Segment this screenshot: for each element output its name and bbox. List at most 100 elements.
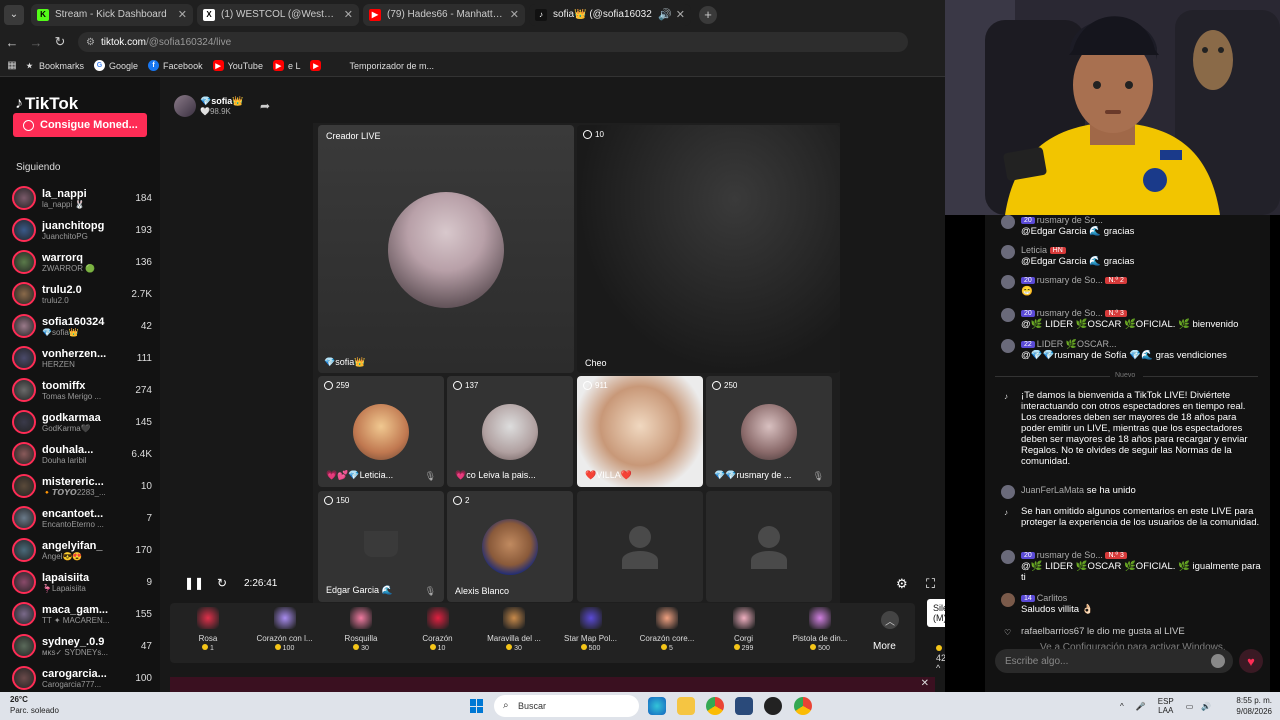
avatar[interactable] — [1001, 339, 1015, 353]
tab-search-icon[interactable]: ⌄ — [4, 4, 24, 25]
language-indicator[interactable]: ESP LAA — [1158, 697, 1174, 715]
following-item[interactable]: douhala... Douha laribil 6.4K — [12, 438, 152, 470]
gift-item[interactable]: Rosa 1 — [170, 607, 246, 652]
avatar[interactable] — [1001, 550, 1015, 564]
chat-username[interactable]: Leticia — [1021, 245, 1047, 255]
clock[interactable]: 8:55 p. m. 9/08/2026 — [1226, 695, 1272, 717]
refresh-icon[interactable]: ↻ — [214, 576, 230, 590]
taskbar-search[interactable]: ⌕ Buscar — [494, 695, 639, 717]
tab-kick[interactable]: K Stream - Kick Dashboard ✕ — [31, 3, 193, 26]
close-icon[interactable]: ✕ — [676, 8, 685, 21]
file-explorer-icon[interactable] — [677, 697, 695, 715]
close-icon[interactable]: ✕ — [921, 678, 929, 689]
new-tab-button[interactable]: + — [699, 5, 717, 24]
tab-youtube[interactable]: ▶ (79) Hades66 - Manhattan II X ✕ — [363, 3, 525, 26]
store-icon[interactable] — [735, 697, 753, 715]
guest-tile[interactable]: 2 Alexis Blanco — [447, 491, 573, 602]
tab-tiktok[interactable]: ♪ sofia👑 (@sofia16032 🔊 ✕ — [529, 3, 691, 26]
windows-start-icon[interactable] — [470, 699, 484, 713]
following-item[interactable]: juanchitopg JuanchitoPG 193 — [12, 214, 152, 246]
avatar[interactable] — [1001, 275, 1015, 289]
chevron-up-icon[interactable]: ^ — [1120, 702, 1124, 711]
empty-guest-seat[interactable] — [706, 491, 832, 602]
chat-username[interactable]: LIDER 🌿OSCAR... — [1037, 339, 1117, 349]
get-coins-button[interactable]: Consigue Moned... — [13, 113, 147, 137]
following-item[interactable]: godkarmaa GodKarma🖤 145 — [12, 406, 152, 438]
more-gifts-button[interactable]: More — [873, 641, 896, 652]
network-icon[interactable]: ▭ — [1186, 702, 1194, 711]
guest-tile[interactable]: 259 💗💕💎Leticia... 🎙 — [318, 376, 444, 487]
like-button[interactable]: ♥ — [1239, 649, 1263, 673]
following-item[interactable]: carogarcia... Carogarcia777... 100 — [12, 662, 152, 694]
following-item[interactable]: la_nappi la_nappi 🐰 184 — [12, 182, 152, 214]
following-item[interactable]: toomiffx Tomas Merigo ... 274 — [12, 374, 152, 406]
gift-item[interactable]: Star Map Pol... 500 — [553, 607, 629, 652]
chat-username[interactable]: rusmary de So... — [1037, 215, 1103, 225]
guest-tile[interactable]: 137 💗co Leiva la pais... — [447, 376, 573, 487]
emoji-icon[interactable] — [1211, 654, 1225, 668]
close-icon[interactable]: ✕ — [510, 8, 519, 21]
speaker-icon[interactable]: 🔊 — [1201, 702, 1211, 711]
following-item[interactable]: trulu2.0 trulu2.0 2.7K — [12, 278, 152, 310]
following-item[interactable]: mistereric... 🔸𝙏𝙊𝙔𝙊2283_... 10 — [12, 470, 152, 502]
bookmark-timer[interactable]: Temporizador de m... — [349, 61, 434, 71]
guest-tile[interactable]: 911 ❤️VILLA❤️ — [577, 376, 703, 487]
host-tile[interactable]: Creador LIVE 💎sofia👑 — [318, 125, 574, 373]
avatar[interactable] — [1001, 593, 1015, 607]
gift-item[interactable]: Pistola de din... 500 — [782, 607, 858, 652]
obs-icon[interactable] — [764, 697, 782, 715]
bookmark-facebook[interactable]: f Facebook — [148, 60, 203, 71]
following-item[interactable]: lapaisiita 🦩Lapaisiita 9 — [12, 566, 152, 598]
avatar[interactable] — [1001, 485, 1015, 499]
apps-icon[interactable]: ▦ — [0, 60, 24, 71]
close-icon[interactable]: ✕ — [344, 8, 353, 21]
avatar[interactable] — [1001, 308, 1015, 322]
speaker-icon[interactable]: 🔊 — [658, 8, 672, 21]
following-item[interactable]: warrorq ZWARROR 🟢 136 — [12, 246, 152, 278]
microphone-icon[interactable]: 🎤 — [1136, 702, 1146, 711]
reload-icon[interactable]: ↻ — [48, 34, 72, 50]
following-item[interactable]: sofia160324 💎sofia👑 42 — [12, 310, 152, 342]
empty-guest-seat[interactable] — [577, 491, 703, 602]
forward-icon[interactable]: → — [24, 35, 48, 50]
avatar[interactable] — [174, 95, 196, 117]
avatar[interactable] — [1001, 215, 1015, 229]
guest-tile[interactable]: 150 Edgar Garcia 🌊 🎙 — [318, 491, 444, 602]
chrome-icon[interactable] — [706, 697, 724, 715]
url-field[interactable]: ⚙ tiktok.com/@sofia160324/live — [78, 32, 908, 52]
following-item[interactable]: sydney_.0.9 ᴍᴋs✓ SYDNEYs... 47 — [12, 630, 152, 662]
edge-icon[interactable] — [648, 697, 666, 715]
following-item[interactable]: encantoet... EncantoEterno ... 7 — [12, 502, 152, 534]
chat-input[interactable]: Escribe algo... — [995, 649, 1233, 673]
chrome-icon[interactable] — [794, 697, 812, 715]
bookmark-bookmarks[interactable]: ★ Bookmarks — [24, 60, 84, 71]
gift-item[interactable]: Corazón con l... 100 — [247, 607, 323, 652]
avatar[interactable] — [1001, 245, 1015, 259]
chat-username[interactable]: rusmary de So... — [1037, 308, 1103, 318]
bookmark-google[interactable]: G Google — [94, 60, 138, 71]
guest-tile-cheo[interactable]: 10 Cheo — [577, 125, 840, 373]
following-item[interactable]: vonherzen... HERZEN 111 — [12, 342, 152, 374]
following-item[interactable]: angelyifan_ Ángel😎😍 170 — [12, 534, 152, 566]
gift-item[interactable]: Corgi 299 — [706, 607, 782, 652]
bookmark-el[interactable]: ▶ e L — [272, 60, 300, 71]
bookmark-youtube[interactable]: ▶ YouTube — [212, 60, 263, 71]
following-item[interactable]: maca_gam... TT ✦ MACAREN... 155 — [12, 598, 152, 630]
share-icon[interactable]: ➦ — [260, 99, 270, 113]
site-info-icon[interactable]: ⚙ — [86, 37, 95, 48]
gift-item[interactable]: Corazón core... 5 — [629, 607, 705, 652]
bookmark-youtube-2[interactable]: ▶ — [310, 60, 325, 71]
close-icon[interactable]: ✕ — [178, 8, 187, 21]
host-info[interactable]: 💎sofia👑 🤍98.9K — [174, 95, 243, 117]
gift-item[interactable]: Maravilla del ... 30 — [476, 607, 552, 652]
weather-widget[interactable]: 26°C Parc. soleado — [10, 694, 59, 716]
fullscreen-icon[interactable]: ⛶ — [926, 576, 935, 592]
tiktok-logo[interactable]: ♪ TikTok — [15, 94, 78, 114]
pause-icon[interactable]: ❚❚ — [184, 576, 204, 590]
tab-x[interactable]: X (1) WESTCOL (@WestCOL) / X ✕ — [197, 3, 359, 26]
gift-item[interactable]: Corazón 10 — [400, 607, 476, 652]
guest-tile[interactable]: 250 💎💎rusmary de ... 🎙 — [706, 376, 832, 487]
chevron-up-icon[interactable]: ︿ — [881, 611, 899, 629]
gift-item[interactable]: Rosquilla 30 — [323, 607, 399, 652]
chat-username[interactable]: rusmary de So... — [1037, 275, 1103, 285]
